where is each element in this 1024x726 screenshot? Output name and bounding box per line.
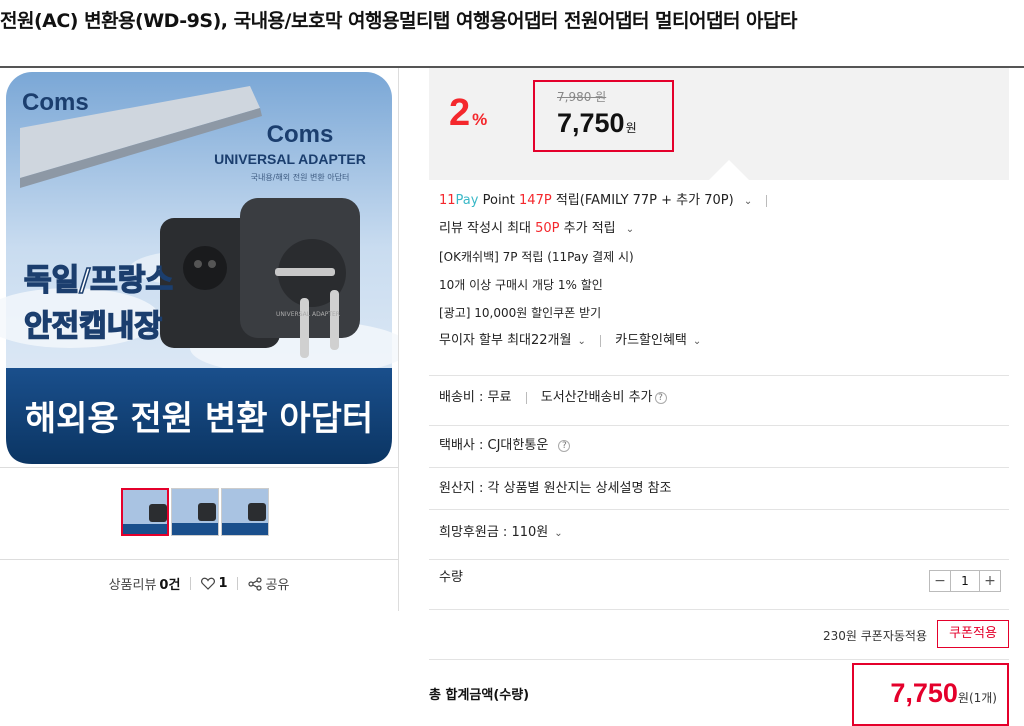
apply-coupon-button[interactable]: 쿠폰적용: [937, 620, 1009, 648]
thumbnail-strip: [121, 488, 269, 536]
thumbnail-image: [222, 489, 268, 535]
image-text-line2: 안전캡내장: [24, 309, 162, 344]
donation-row[interactable]: 희망후원금 : 110원 ⌄: [429, 509, 1009, 559]
benefits-list: 11Pay Point 147P 적립(FAMILY 77P + 추가 70P)…: [439, 190, 1009, 358]
thumbnail-1[interactable]: [121, 488, 169, 536]
product-image-art: Coms Coms UNIVERSAL ADAPTER 국내용/해외 전원 변환…: [0, 68, 398, 467]
shipping-fee: 배송비 : 무료: [439, 390, 512, 405]
chevron-down-icon: ⌄: [743, 196, 753, 207]
shipping-fee-row: 배송비 : 무료 도서산간배송비 추가?: [429, 375, 1009, 425]
share-label: 공유: [265, 578, 290, 593]
courier-row: 택배사 : CJ대한통운 ?: [429, 425, 1009, 467]
pay-brand-a: 11: [439, 193, 456, 208]
review-label: 상품리뷰: [108, 578, 157, 593]
adapter-tagline: 국내용/해외 전원 변환 아답터: [251, 172, 350, 182]
help-icon: ?: [654, 391, 667, 404]
coms-logo: Coms: [22, 89, 89, 116]
share-button[interactable]: 공유: [248, 574, 289, 593]
review-link[interactable]: 상품리뷰 0건: [109, 574, 181, 593]
courier-label: 택배사 : CJ대한통운: [439, 438, 549, 453]
image-text-line1: 독일/프랑스: [24, 263, 173, 298]
quantity-minus-button[interactable]: −: [930, 571, 950, 591]
social-separator: [237, 577, 239, 590]
origin-row: 원산지 : 각 상품별 원산지는 상세설명 참조: [429, 467, 1009, 509]
product-title: 전원(AC) 변환용(WD-9S), 국내용/보호막 여행용멀티탭 여행용어댑터…: [0, 10, 798, 32]
discount-unit: %: [472, 110, 488, 129]
row-separator: [599, 334, 601, 347]
price-box-notch: [709, 160, 749, 180]
thumbnail-3[interactable]: [221, 488, 269, 536]
total-unit: 원(1개): [957, 691, 997, 705]
quantity-plus-button[interactable]: +: [980, 571, 1000, 591]
quantity-stepper: − 1 +: [929, 570, 1001, 592]
discount-value: 2: [449, 92, 471, 134]
discount-rate: 2%: [449, 92, 487, 135]
review-point-row[interactable]: 리뷰 작성시 최대 50P 추가 적립 ⌄: [439, 218, 1009, 246]
chevron-down-icon: ⌄: [692, 336, 702, 347]
row-separator: [525, 391, 527, 404]
social-bar: 상품리뷰 0건 1 공유: [0, 574, 398, 593]
total-label: 총 합계금액(수량): [429, 688, 530, 703]
installment-row: 무이자 할부 최대22개월 ⌄ 카드할인혜택 ⌄: [439, 330, 1009, 358]
chevron-down-icon: ⌄: [577, 336, 586, 347]
sale-price-value: 7,750: [557, 108, 625, 138]
pay-point-row[interactable]: 11Pay Point 147P 적립(FAMILY 77P + 추가 70P)…: [439, 190, 1009, 218]
thumbnail-2[interactable]: [171, 488, 219, 536]
product-gallery: Coms Coms UNIVERSAL ADAPTER 국내용/해외 전원 변환…: [0, 68, 399, 611]
installment-link[interactable]: 무이자 할부 최대22개월 ⌄: [439, 333, 586, 348]
review-point-amount: 50P: [535, 221, 560, 236]
review-point-text: 리뷰 작성시 최대: [439, 221, 531, 236]
product-main-image[interactable]: Coms Coms UNIVERSAL ADAPTER 국내용/해외 전원 변환…: [0, 68, 398, 468]
sale-price-unit: 원: [625, 121, 637, 135]
adapter-subtitle: UNIVERSAL ADAPTER: [214, 151, 366, 167]
like-count: 1: [218, 576, 228, 591]
total-highlight: 7,750원(1개): [852, 663, 1009, 726]
donation-label: 희망후원금 : 110원: [439, 525, 549, 540]
point-amount: 147P: [519, 193, 552, 208]
plug-label: UNIVERSAL ADAPTER: [276, 311, 340, 318]
total-price: 7,750원(1개): [890, 678, 997, 709]
bulk-discount-row: 10개 이상 구매시 개당 1% 할인: [439, 278, 603, 292]
original-price: 7,980 원: [557, 90, 607, 104]
row-separator: [766, 194, 768, 207]
brand-name: Coms: [267, 121, 334, 148]
card-benefit-link[interactable]: 카드할인혜택 ⌄: [615, 333, 701, 348]
thumbnail-image: [172, 489, 218, 535]
quantity-input[interactable]: 1: [950, 571, 980, 591]
quantity-row: 수량: [429, 559, 1009, 609]
thumbnail-image: [123, 490, 167, 534]
image-banner-text: 해외용 전원 변환 아답터: [25, 399, 373, 439]
coupon-auto-text: 230원 쿠폰자동적용: [823, 629, 927, 643]
social-separator: [190, 577, 192, 590]
share-icon: [248, 576, 263, 591]
gallery-divider: [0, 559, 398, 560]
chevron-down-icon: ⌄: [554, 528, 563, 539]
point-detail: 적립(FAMILY 77P + 추가 70P): [555, 193, 734, 208]
review-count: 0건: [159, 578, 181, 593]
review-point-suffix: 추가 적립: [563, 221, 616, 236]
heart-icon: [201, 577, 216, 590]
price-highlight: 7,980 원 7,750원: [533, 80, 674, 152]
ad-coupon-link[interactable]: [광고] 10,000원 할인쿠폰 받기: [439, 302, 1009, 330]
pay-brand-b: Pay: [455, 193, 479, 208]
remote-shipping-label: 도서산간배송비 추가: [540, 390, 653, 405]
like-button[interactable]: 1: [201, 576, 227, 591]
pay-point-word: Point: [482, 193, 515, 208]
chevron-down-icon: ⌄: [625, 224, 635, 235]
card-benefit-label: 카드할인혜택: [615, 333, 687, 348]
sale-price: 7,750원: [557, 108, 637, 139]
help-icon[interactable]: ?: [558, 439, 571, 452]
quantity-label: 수량: [439, 570, 463, 585]
ok-cashbag-row: [OK캐쉬백] 7P 적립 (11Pay 결제 시): [439, 250, 634, 264]
total-amount: 7,750: [890, 678, 958, 708]
installment-label: 무이자 할부 최대22개월: [439, 333, 572, 348]
remote-shipping-info[interactable]: 도서산간배송비 추가?: [541, 390, 667, 405]
price-box: 2% 7,980 원 7,750원: [429, 68, 1009, 180]
